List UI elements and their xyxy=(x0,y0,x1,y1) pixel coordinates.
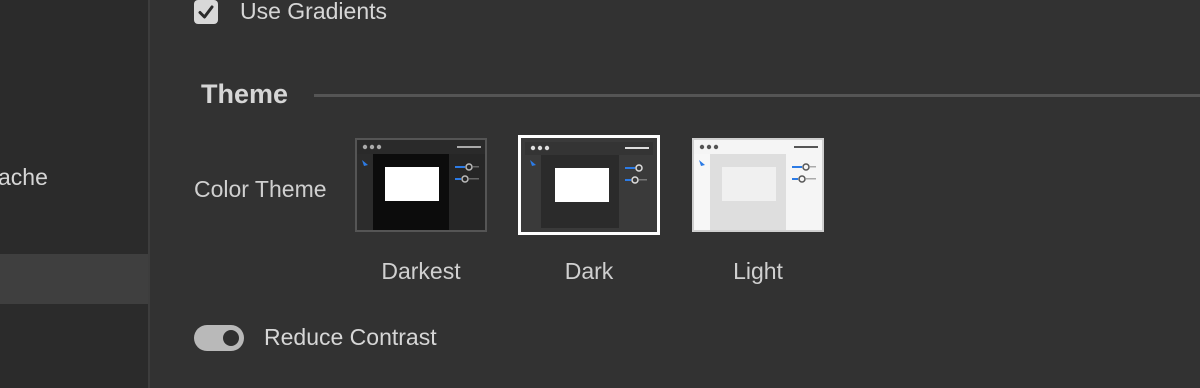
sidebar-item-selected[interactable] xyxy=(0,254,148,304)
theme-option-light[interactable]: Light xyxy=(692,138,824,284)
use-gradients-label: Use Gradients xyxy=(240,0,388,24)
theme-name-light: Light xyxy=(733,258,783,284)
theme-thumbnail-light[interactable] xyxy=(692,138,824,232)
sidebar-divider xyxy=(148,0,150,388)
reduce-contrast-label: Reduce Contrast xyxy=(264,324,437,350)
theme-name-dark: Dark xyxy=(564,258,614,284)
reduce-contrast-toggle[interactable] xyxy=(194,324,244,351)
use-gradients-checkbox[interactable] xyxy=(194,0,218,24)
theme-name-darkest: Darkest xyxy=(381,258,461,284)
sidebar-item-cache[interactable]: ache xyxy=(0,164,146,191)
color-theme-label: Color Theme xyxy=(194,176,327,202)
theme-option-darkest[interactable]: Darkest xyxy=(355,138,487,284)
dark-preview-icon xyxy=(521,138,657,232)
sidebar-item-label: ache xyxy=(0,164,48,190)
toggle-knob xyxy=(223,329,239,346)
theme-thumbnail-dark[interactable] xyxy=(518,135,660,235)
use-gradients-option[interactable]: Use Gradients xyxy=(194,0,387,25)
theme-thumbnail-darkest[interactable] xyxy=(355,138,487,232)
sidebar: ache xyxy=(0,0,148,388)
theme-option-dark[interactable]: Dark xyxy=(518,135,660,284)
light-preview-icon xyxy=(694,140,822,230)
checkmark-icon xyxy=(198,5,214,18)
theme-section-title: Theme xyxy=(201,79,289,109)
reduce-contrast-option[interactable]: Reduce Contrast xyxy=(194,324,437,351)
section-divider xyxy=(314,94,1200,97)
darkest-preview-icon xyxy=(357,140,485,230)
